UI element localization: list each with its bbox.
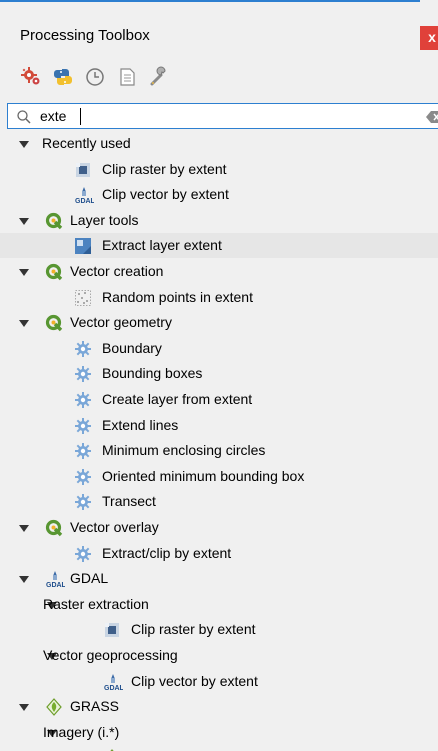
tree-item-label: Transect (102, 493, 156, 510)
tree-item[interactable]: Bounding boxes (0, 361, 438, 386)
gdal-icon: GDAL (103, 673, 125, 692)
history-button[interactable] (82, 64, 108, 90)
tree-item-label: Oriented minimum bounding box (102, 467, 305, 484)
tree-item[interactable]: Transect (0, 489, 438, 514)
tree-item-label: Extract/clip by extent (102, 544, 232, 561)
tree-item[interactable]: Minimum enclosing circles (0, 438, 438, 463)
tree-item-label: Extract layer extent (102, 237, 222, 254)
expand-arrow-icon[interactable] (19, 139, 29, 149)
tree-group[interactable]: Raster extraction (0, 592, 438, 617)
qgis-icon (45, 314, 63, 332)
raster-clip-icon (103, 621, 121, 639)
tree-item-label: Vector creation (70, 263, 164, 279)
tree-item-label: Bounding boxes (102, 365, 203, 382)
tree-item[interactable]: Extract/clip by extent (0, 541, 438, 566)
algorithm-gear-icon (74, 417, 92, 435)
expand-arrow-icon[interactable] (19, 318, 29, 328)
tree-item[interactable]: GDAL Clip vector by extent (0, 669, 438, 694)
tree-item[interactable]: Boundary (0, 336, 438, 361)
close-button[interactable]: x (420, 26, 438, 50)
tree-item-label: Clip vector by extent (102, 186, 229, 203)
panel-title: Processing Toolbox (20, 27, 150, 44)
algorithm-gear-icon (74, 468, 92, 486)
tree-group[interactable]: GRASS (0, 694, 438, 719)
tree-group[interactable]: Layer tools (0, 208, 438, 233)
random-points-icon (74, 289, 92, 307)
qgis-icon (45, 212, 63, 230)
expand-arrow-icon[interactable] (19, 216, 29, 226)
tree-item-label: Minimum enclosing circles (102, 442, 266, 459)
tree-item-label: Recently used (42, 135, 131, 151)
models-button[interactable] (18, 64, 44, 90)
algorithm-gear-icon (74, 365, 92, 383)
tree-item[interactable]: Clip raster by extent (0, 617, 438, 642)
tree-item[interactable]: Create layer from extent (0, 387, 438, 412)
text-cursor (80, 108, 81, 125)
qgis-icon (45, 263, 63, 281)
tree-item-label: Clip raster by extent (131, 621, 256, 638)
algorithm-gear-icon (74, 391, 92, 409)
algorithm-gear-icon (74, 442, 92, 460)
tree-item-label: GRASS (70, 698, 120, 715)
tree-group[interactable]: Imagery (i.*) (0, 720, 438, 745)
tree-item-label: Clip vector by extent (131, 672, 258, 689)
tree-item-label: Extend lines (102, 416, 179, 433)
tree-item[interactable]: i.image.mosaic (0, 745, 438, 751)
python-scripts-icon (54, 69, 72, 85)
tree-group[interactable]: Vector overlay (0, 515, 438, 540)
results-viewer-button[interactable] (114, 64, 140, 90)
options-button[interactable] (146, 64, 172, 90)
tree-group[interactable]: Recently used (0, 131, 438, 156)
results-viewer-icon (120, 68, 135, 86)
clear-search-icon[interactable] (426, 111, 438, 123)
tree-item[interactable]: Oriented minimum bounding box (0, 464, 438, 489)
grass-icon (45, 698, 63, 717)
tree-group[interactable]: Vector geoprocessing (0, 643, 438, 668)
tree-item-label: Layer tools (70, 211, 139, 228)
tree-item[interactable]: GDAL Clip vector by extent (0, 182, 438, 207)
tree-item-label: Vector geoprocessing (43, 647, 178, 663)
svg-text:GDAL: GDAL (46, 582, 65, 588)
extract-extent-icon (74, 237, 92, 255)
expand-arrow-icon[interactable] (19, 574, 29, 584)
tree-item-label: Imagery (i.*) (43, 723, 120, 740)
options-icon (150, 66, 166, 86)
tree-item[interactable]: Random points in extent (0, 285, 438, 310)
expand-arrow-icon[interactable] (19, 523, 29, 533)
svg-text:GDAL: GDAL (104, 685, 123, 691)
expand-arrow-icon[interactable] (19, 702, 29, 712)
search-input[interactable] (40, 107, 400, 125)
models-icon (21, 67, 40, 85)
gdal-icon: GDAL (45, 570, 67, 589)
tree-item[interactable]: Extract layer extent (0, 233, 438, 259)
raster-clip-icon (74, 161, 92, 179)
tree-item-label: Raster extraction (43, 595, 149, 612)
tree-group[interactable]: GDAL GDAL (0, 566, 438, 591)
search-icon (17, 110, 31, 124)
tree-item-label: Vector overlay (70, 519, 159, 535)
tree-item-label: Vector geometry (70, 314, 172, 331)
tree-item-label: GDAL (70, 570, 109, 587)
expand-arrow-icon[interactable] (19, 267, 29, 277)
panel-titlebar: Processing Toolbox x (0, 2, 438, 54)
tree-item-label: Create layer from extent (102, 391, 253, 407)
algorithm-gear-icon (74, 340, 92, 358)
tree-item-label: Clip raster by extent (102, 160, 227, 177)
tree-group[interactable]: Vector creation (0, 259, 438, 284)
history-icon (86, 68, 104, 86)
toolbar (18, 64, 178, 90)
gdal-icon: GDAL (74, 186, 96, 205)
svg-text:GDAL: GDAL (75, 198, 94, 204)
search-box (7, 103, 438, 129)
algorithm-gear-icon (74, 545, 92, 563)
tree-item[interactable]: Clip raster by extent (0, 157, 438, 182)
qgis-icon (45, 519, 63, 537)
python-scripts-button[interactable] (50, 64, 76, 90)
tree-item[interactable]: Extend lines (0, 413, 438, 438)
tree-item-label: Random points in extent (102, 288, 253, 305)
tree-item-label: Boundary (102, 339, 162, 356)
tree-group[interactable]: Vector geometry (0, 310, 438, 335)
algorithm-gear-icon (74, 493, 92, 511)
